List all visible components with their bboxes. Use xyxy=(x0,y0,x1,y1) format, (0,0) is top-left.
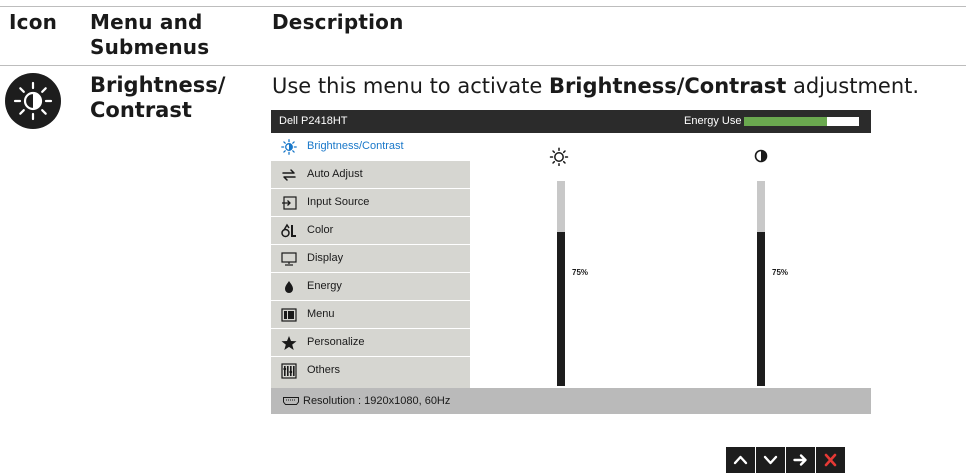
header-icon: Icon xyxy=(9,10,58,34)
right-button[interactable] xyxy=(786,447,815,473)
menu-icon xyxy=(281,308,297,322)
brightness-slider-fill xyxy=(557,232,565,386)
menu-item-menu[interactable]: Menu xyxy=(271,301,470,328)
monitor-model: Dell P2418HT xyxy=(279,115,348,127)
display-icon xyxy=(281,252,297,266)
close-icon xyxy=(824,453,837,467)
row-description-suffix: adjustment. xyxy=(786,74,920,98)
arrow-right-icon xyxy=(793,454,807,466)
energy-use-meter xyxy=(744,117,859,126)
table-top-rule xyxy=(0,6,966,7)
menu-item-input-source[interactable]: Input Source xyxy=(271,189,470,216)
menu-item-others[interactable]: Others xyxy=(271,357,470,384)
input-source-icon xyxy=(282,196,297,210)
contrast-icon xyxy=(754,149,768,163)
row-menu-name: Brightness/ Contrast xyxy=(90,73,226,122)
header-menu-submenus: Menu and Submenus xyxy=(90,10,210,59)
osd-status-bar: Resolution : 1920x1080, 60Hz xyxy=(271,388,871,414)
menu-item-brightness-contrast[interactable]: Brightness/Contrast xyxy=(271,133,470,160)
contrast-slider[interactable] xyxy=(757,181,765,386)
sun-icon xyxy=(549,147,569,166)
table-header-rule xyxy=(0,65,966,66)
row-description-prefix: Use this menu to activate xyxy=(272,74,549,98)
energy-use-label: Energy Use xyxy=(684,115,742,127)
osd-title-bar: Dell P2418HT Energy Use xyxy=(271,110,871,133)
menu-item-label: Others xyxy=(307,364,341,376)
star-icon xyxy=(281,336,297,350)
color-icon xyxy=(281,223,296,238)
energy-use-fill xyxy=(744,117,827,126)
brightness-value: 75% xyxy=(572,268,589,277)
chevron-down-icon xyxy=(763,455,778,465)
menu-item-color[interactable]: Color xyxy=(271,217,470,244)
menu-item-display[interactable]: Display xyxy=(271,245,470,272)
contrast-value: 75% xyxy=(772,268,789,277)
brightness-slider[interactable] xyxy=(557,181,565,386)
row-description-bold: Brightness/Contrast xyxy=(548,74,787,98)
auto-adjust-icon xyxy=(282,169,296,181)
menu-item-label: Energy xyxy=(307,280,342,292)
menu-item-personalize[interactable]: Personalize xyxy=(271,329,470,356)
osd-submenu-panel: 75% 75% xyxy=(470,133,871,388)
menu-item-label: Personalize xyxy=(307,336,365,348)
chevron-up-icon xyxy=(733,455,748,465)
energy-icon xyxy=(285,281,293,293)
row-description: Use this menu to activate Brightness/Con… xyxy=(272,72,919,100)
menu-item-auto-adjust[interactable]: Auto Adjust xyxy=(271,161,470,188)
others-icon xyxy=(281,363,297,379)
menu-item-label: Input Source xyxy=(307,196,370,208)
menu-item-label: Menu xyxy=(307,308,335,320)
menu-item-energy[interactable]: Energy xyxy=(271,273,470,300)
menu-item-label: Auto Adjust xyxy=(307,168,363,180)
osd-main-menu: Brightness/Contrast Auto Adjust Input So… xyxy=(271,133,470,388)
down-button[interactable] xyxy=(756,447,785,473)
menu-item-label: Color xyxy=(307,224,334,236)
menu-item-label: Brightness/Contrast xyxy=(307,140,404,152)
close-button[interactable] xyxy=(816,447,845,473)
brightness-icon xyxy=(5,73,61,129)
header-description: Description xyxy=(272,10,404,34)
resolution-status: Resolution : 1920x1080, 60Hz xyxy=(303,395,451,407)
osd-window: Dell P2418HT Energy Use Brightness/Contr… xyxy=(271,110,871,414)
up-button[interactable] xyxy=(726,447,755,473)
contrast-slider-fill xyxy=(757,232,765,386)
brightness-icon xyxy=(281,139,297,155)
menu-item-label: Display xyxy=(307,252,344,264)
hdmi-port-icon xyxy=(283,397,299,405)
